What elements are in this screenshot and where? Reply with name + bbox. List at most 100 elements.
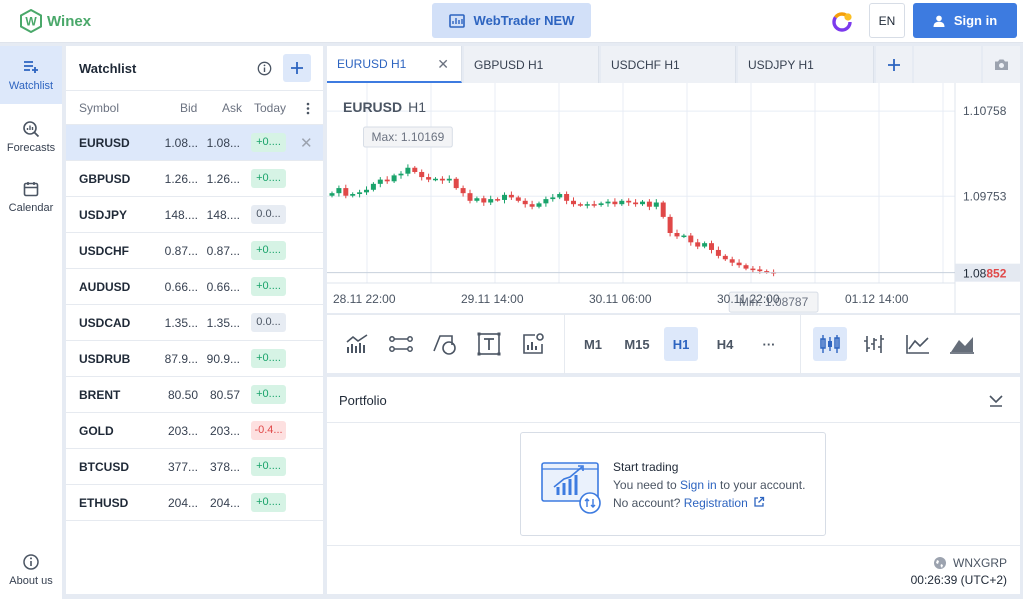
tab-usdchf-h1[interactable]: USDCHF H1 xyxy=(601,46,736,83)
col-today[interactable]: Today xyxy=(254,101,286,115)
signin-link[interactable]: Sign in xyxy=(680,478,717,492)
nav-calendar-label: Calendar xyxy=(8,202,54,214)
timeframe-h1[interactable]: H1 xyxy=(664,327,698,361)
table-row[interactable]: USDRUB 87.9... 90.9... +0.... xyxy=(66,341,323,377)
row-bid: 148.... xyxy=(164,208,198,222)
col-ask[interactable]: Ask xyxy=(222,101,242,115)
col-bid[interactable]: Bid xyxy=(180,101,197,115)
brand-name: Winex xyxy=(47,12,92,30)
row-change-badge: +0.... xyxy=(251,493,286,512)
row-bid: 0.66... xyxy=(164,280,198,294)
table-row[interactable]: AUDUSD 0.66... 0.66... +0.... xyxy=(66,269,323,305)
promo-ring-icon[interactable] xyxy=(830,10,854,34)
candle-body xyxy=(446,178,452,181)
remove-row-icon[interactable]: ✕ xyxy=(300,134,313,152)
row-symbol: ETHUSD xyxy=(79,496,129,510)
table-row[interactable]: GBPUSD 1.26... 1.26... +0.... xyxy=(66,161,323,197)
columns-menu-icon[interactable] xyxy=(305,102,311,115)
timeframe-more[interactable]: ··· xyxy=(752,327,786,361)
nav-about[interactable]: About us xyxy=(0,541,62,599)
candle-body xyxy=(715,249,721,256)
terminal-icon xyxy=(448,13,465,28)
globe-icon xyxy=(934,557,946,569)
candle-body xyxy=(488,199,494,203)
tab-usdjpy-h1[interactable]: USDJPY H1 xyxy=(738,46,874,83)
row-change-badge: 0.0... xyxy=(251,205,286,224)
brand-logo[interactable]: W Winex xyxy=(20,8,91,34)
tab-label: USDCHF H1 xyxy=(611,57,680,72)
row-change-badge: -0.4... xyxy=(251,421,286,440)
text-tool-button[interactable] xyxy=(472,327,506,361)
table-row[interactable]: BRENT 80.50 80.57 +0.... xyxy=(66,377,323,413)
candle-body xyxy=(329,193,335,196)
portfolio-panel: Portfolio Start trading You need to Sign… xyxy=(327,377,1020,594)
candle-body xyxy=(605,201,611,204)
table-row[interactable]: USDJPY 148.... 148.... 0.0... xyxy=(66,197,323,233)
add-tab-button[interactable] xyxy=(876,46,912,83)
nav-forecasts[interactable]: Forecasts xyxy=(0,108,62,166)
language-selector[interactable]: EN xyxy=(869,3,905,38)
chart-settings-button[interactable] xyxy=(516,327,550,361)
candle-body xyxy=(729,259,735,263)
timeframe-m1[interactable]: M1 xyxy=(576,327,610,361)
tab-label: GBPUSD H1 xyxy=(474,57,544,72)
chart-title: EURUSD H1 xyxy=(343,99,426,115)
chart-symbol: EURUSD xyxy=(343,99,403,115)
indicators-button[interactable] xyxy=(340,327,374,361)
webtrader-button[interactable]: WebTrader NEW xyxy=(432,3,591,38)
row-change-badge: +0.... xyxy=(251,241,286,260)
candle-body xyxy=(550,197,556,200)
chart-type-area[interactable] xyxy=(945,327,979,361)
candle-body xyxy=(660,202,666,217)
status-footer: WNXGRP 00:26:39 (UTC+2) xyxy=(327,545,1020,594)
watchlist-info-icon[interactable] xyxy=(257,61,272,76)
tab-gbpusd-h1[interactable]: GBPUSD H1 xyxy=(464,46,599,83)
close-icon[interactable]: ✕ xyxy=(437,56,449,73)
candle-body xyxy=(336,188,342,194)
last-price-label: 1.08852 xyxy=(963,267,1007,281)
max-callout-label: Max: 1.10169 xyxy=(372,130,445,144)
candle-body xyxy=(439,178,445,181)
price-chart[interactable]: 1.10758 1.09753 1.08852 Max: 1.10169 Min: 1.… xyxy=(327,83,1020,313)
candle-body xyxy=(598,203,604,206)
tab-eurusd-h1[interactable]: EURUSD H1 ✕ xyxy=(327,46,462,83)
portfolio-header[interactable]: Portfolio xyxy=(327,377,1020,423)
candlestick-chart[interactable]: 1.107581.097531.08852Max: 1.10169Min: 1.… xyxy=(327,83,1020,313)
row-change-badge: +0.... xyxy=(251,133,286,152)
watchlist-add-button[interactable] xyxy=(283,54,311,82)
table-row[interactable]: ETHUSD 204... 204... +0.... xyxy=(66,485,323,521)
table-row[interactable]: GOLD 203... 203... -0.4... xyxy=(66,413,323,449)
registration-label: Registration xyxy=(683,496,748,510)
candle-body xyxy=(474,198,480,201)
row-change-badge: +0.... xyxy=(251,169,286,188)
chart-tabs: EURUSD H1 ✕ GBPUSD H1 USDCHF H1 USDJPY H… xyxy=(327,46,1020,83)
timeframe-h4[interactable]: H4 xyxy=(708,327,742,361)
timeframe-m15[interactable]: M15 xyxy=(620,327,654,361)
row-bid: 377... xyxy=(167,460,198,474)
table-row[interactable]: USDCHF 0.87... 0.87... +0.... xyxy=(66,233,323,269)
table-row[interactable]: EURUSD 1.08... 1.08... +0.... ✕ xyxy=(66,125,323,161)
table-row[interactable]: BTCUSD 377... 378... +0.... xyxy=(66,449,323,485)
chart-type-line[interactable] xyxy=(901,327,935,361)
line-tool-icon xyxy=(389,336,413,352)
chart-type-candles[interactable] xyxy=(813,327,847,361)
col-symbol[interactable]: Symbol xyxy=(79,101,119,115)
collapse-chevron-icon[interactable] xyxy=(987,391,1005,409)
candles-icon xyxy=(820,335,840,353)
row-symbol: AUDUSD xyxy=(79,280,131,294)
nav-watchlist[interactable]: Watchlist xyxy=(0,46,62,104)
candle-body xyxy=(722,255,728,260)
candle-body xyxy=(646,201,652,207)
registration-link[interactable]: Registration xyxy=(684,496,765,510)
chart-type-bars[interactable] xyxy=(857,327,891,361)
nav-calendar[interactable]: Calendar xyxy=(0,168,62,226)
line-tool-button[interactable] xyxy=(384,327,418,361)
candle-body xyxy=(591,204,597,206)
shapes-button[interactable] xyxy=(428,327,462,361)
tab-label: EURUSD H1 xyxy=(337,56,407,71)
plus-icon xyxy=(888,58,900,71)
candle-body xyxy=(681,235,687,238)
signin-button[interactable]: Sign in xyxy=(913,3,1017,38)
table-row[interactable]: USDCAD 1.35... 1.35... 0.0... xyxy=(66,305,323,341)
screenshot-button[interactable] xyxy=(983,46,1020,83)
